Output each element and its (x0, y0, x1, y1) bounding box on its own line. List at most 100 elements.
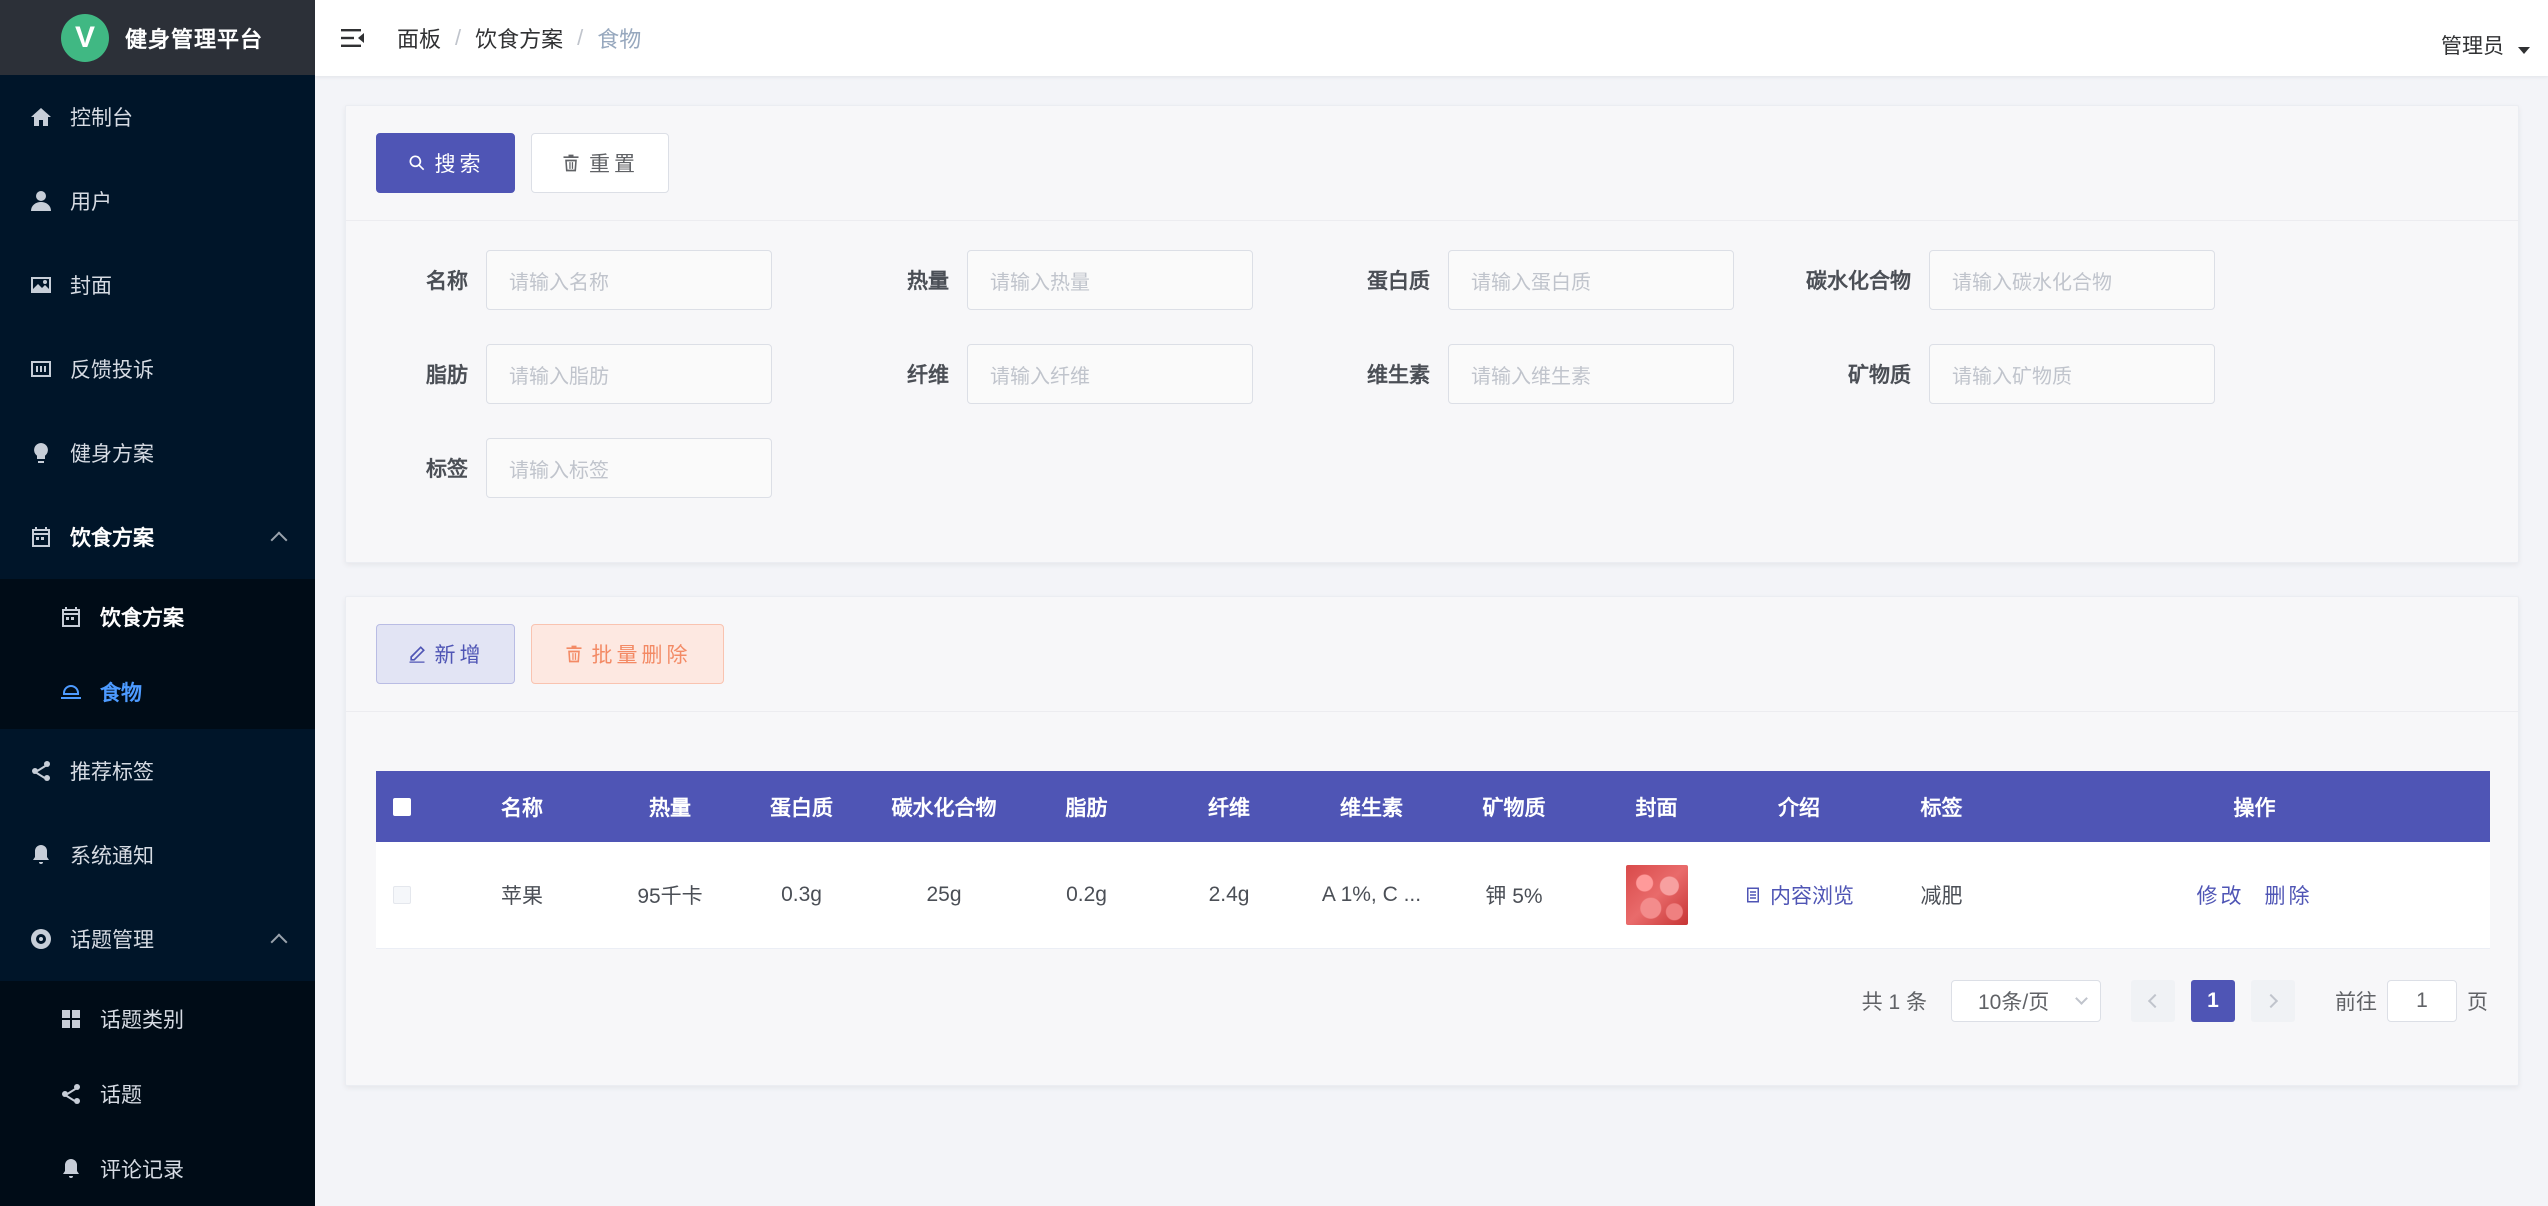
brand-logo: V (61, 13, 109, 62)
batch-delete-button[interactable]: 批量删除 (531, 624, 724, 684)
mineral-input[interactable]: 请输入矿物质 (1929, 344, 2215, 404)
sidebar-item-label: 饮食方案 (100, 606, 184, 630)
field-label: 名称 (426, 270, 468, 293)
search-actions: 搜索 重置 (346, 106, 2518, 221)
next-page-button[interactable] (2251, 980, 2295, 1022)
sidebar-item-label: 话题管理 (70, 929, 154, 952)
sidebar-item-label: 食物 (100, 681, 142, 705)
sidebar-item-label: 健身方案 (70, 443, 154, 466)
field-label: 维生素 (1367, 364, 1430, 387)
sidebar-item-topic-management[interactable]: 话题管理 (0, 897, 315, 981)
cell-vitamin: A 1%, C ... (1321, 883, 1422, 906)
picture-icon (28, 272, 54, 298)
sidebar-item-label: 封面 (70, 275, 112, 298)
prev-page-button[interactable] (2131, 980, 2175, 1022)
delete-button[interactable]: 删除 (2265, 880, 2313, 910)
user-icon (28, 188, 54, 214)
column-header: 脂肪 (1065, 796, 1108, 820)
sidebar-item-label: 话题类别 (100, 1008, 184, 1032)
cell-protein: 0.3g (781, 883, 822, 906)
home-icon (28, 104, 54, 130)
form-item-fat: 脂肪 请输入脂肪 (346, 344, 772, 404)
table-row: 苹果 95千卡 0.3g 25g 0.2g 2.4g A 1%, C ... 钾… (376, 842, 2490, 949)
sidebar-item-cover[interactable]: 封面 (0, 243, 315, 327)
cell-intro: 内容浏览 (1734, 880, 1864, 910)
tag-input[interactable]: 请输入标签 (486, 438, 772, 498)
sidebar-item-feedback[interactable]: 反馈投诉 (0, 327, 315, 411)
brand: V 健身管理平台 (0, 0, 315, 75)
sidebar-item-dashboard[interactable]: 控制台 (0, 75, 315, 159)
user-name: 管理员 (2441, 35, 2504, 58)
calendar-icon (58, 604, 84, 630)
carbs-input[interactable]: 请输入碳水化合物 (1929, 250, 2215, 310)
sidebar-item-recommend-tags[interactable]: 推荐标签 (0, 729, 315, 813)
edit-button[interactable]: 修改 (2197, 880, 2245, 910)
caret-down-icon (2518, 46, 2530, 54)
form-item-fiber: 纤维 请输入纤维 (827, 344, 1253, 404)
sidebar-item-label: 用户 (70, 191, 112, 214)
submenu-topic-management: 话题类别 话题 评论记录 (0, 981, 315, 1206)
breadcrumb-item-current: 食物 (597, 27, 642, 52)
search-panel: 搜索 重置 名称 请输入名称 热量 请输入热量 蛋白质 请输入蛋白质 碳水化合物… (345, 105, 2519, 563)
field-label: 矿物质 (1848, 364, 1911, 387)
sidebar-item-label: 推荐标签 (70, 761, 154, 784)
fiber-input[interactable]: 请输入纤维 (967, 344, 1253, 404)
add-button[interactable]: 新增 (376, 624, 515, 684)
sidebar-item-topics[interactable]: 话题 (0, 1056, 315, 1131)
sidebar-item-food[interactable]: 食物 (0, 654, 315, 729)
chevron-right-icon (2263, 993, 2279, 1009)
brand-title: 健身管理平台 (125, 26, 264, 52)
cell-fiber: 2.4g (1208, 883, 1250, 906)
menu-fold-icon[interactable] (339, 24, 367, 52)
breadcrumb-item-diet-plan[interactable]: 饮食方案 (475, 22, 563, 54)
form-item-mineral: 矿物质 请输入矿物质 (1789, 344, 2215, 404)
fat-input[interactable]: 请输入脂肪 (486, 344, 772, 404)
sidebar-item-notifications[interactable]: 系统通知 (0, 813, 315, 897)
sidebar-item-label: 话题 (100, 1083, 142, 1107)
field-label: 碳水化合物 (1806, 270, 1911, 293)
reset-button-label: 重置 (589, 153, 639, 176)
share-icon (58, 1081, 84, 1107)
chevron-left-icon (2147, 993, 2163, 1009)
breadcrumb-item-dashboard[interactable]: 面板 (397, 22, 441, 54)
food-table: 名称 热量 蛋白质 碳水化合物 脂肪 纤维 维生素 矿物质 封面 介绍 标签 操… (376, 771, 2490, 949)
table-panel: 新增 批量删除 名称 热量 蛋白质 碳水化合物 脂肪 纤维 维生素 矿物质 封面… (345, 596, 2519, 1086)
bulb-icon (28, 440, 54, 466)
page-size-select[interactable]: 10条/页 (1951, 980, 2101, 1022)
share-icon (28, 758, 54, 784)
column-header: 碳水化合物 (891, 796, 997, 820)
sidebar-item-fitness-plan[interactable]: 健身方案 (0, 411, 315, 495)
page-number-current[interactable]: 1 (2191, 980, 2235, 1022)
field-label: 纤维 (907, 364, 949, 387)
user-dropdown[interactable]: 管理员 (2441, 30, 2530, 60)
sidebar-item-comments[interactable]: 评论记录 (0, 1131, 315, 1206)
select-all-checkbox[interactable] (393, 797, 411, 816)
cover-image[interactable] (1625, 865, 1688, 925)
calories-input[interactable]: 请输入热量 (967, 250, 1253, 310)
form-item-tag: 标签 请输入标签 (346, 438, 772, 498)
grid-icon (58, 1006, 84, 1032)
search-button[interactable]: 搜索 (376, 133, 515, 193)
reset-button[interactable]: 重置 (531, 133, 669, 193)
page-size-value: 10条/页 (1978, 991, 2050, 1014)
chevron-up-icon (270, 531, 288, 549)
sidebar-menu: 控制台 用户 封面 反馈投诉 健身方案 饮食方案 饮食方案 食物 推荐标签 系统… (0, 75, 315, 1206)
goto-prefix: 前往 (2335, 991, 2377, 1014)
name-input[interactable]: 请输入名称 (486, 250, 772, 310)
sidebar-item-diet-plan-list[interactable]: 饮食方案 (0, 579, 315, 654)
sidebar-item-topic-categories[interactable]: 话题类别 (0, 981, 315, 1056)
protein-input[interactable]: 请输入蛋白质 (1448, 250, 1734, 310)
goto-page-input[interactable] (2387, 980, 2457, 1022)
food-cover-icon (58, 679, 84, 705)
sidebar-item-users[interactable]: 用户 (0, 159, 315, 243)
sidebar-item-label: 系统通知 (70, 845, 154, 868)
column-header: 封面 (1635, 796, 1678, 820)
sidebar-item-diet-plan[interactable]: 饮食方案 (0, 495, 315, 579)
field-label: 标签 (426, 458, 468, 481)
vitamin-input[interactable]: 请输入维生素 (1448, 344, 1734, 404)
goto-page: 前往 页 (2335, 980, 2488, 1022)
column-header: 热量 (649, 796, 691, 820)
view-content-link[interactable]: 内容浏览 (1744, 880, 1854, 910)
row-checkbox[interactable] (393, 886, 411, 904)
breadcrumb-separator: / (455, 25, 462, 50)
